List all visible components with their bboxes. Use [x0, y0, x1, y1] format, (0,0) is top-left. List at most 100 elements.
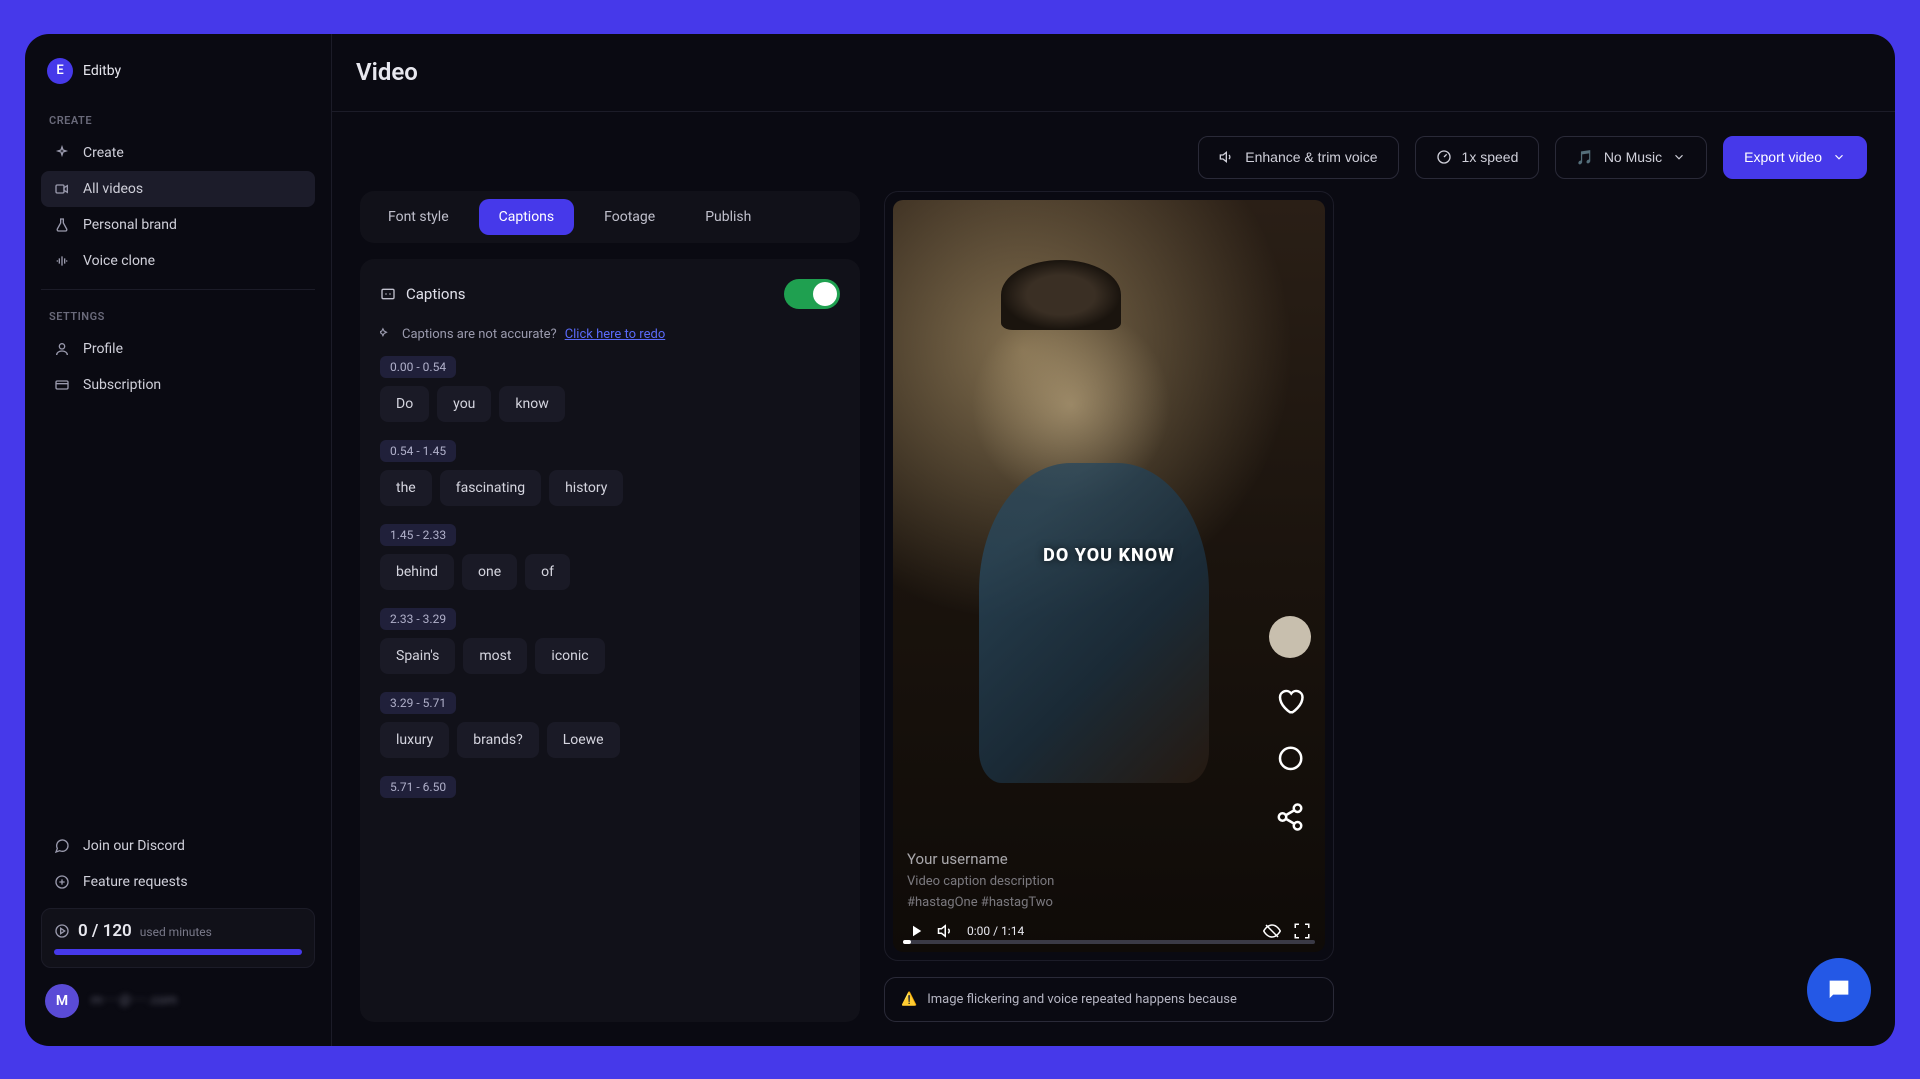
caption-word[interactable]: most [463, 638, 527, 674]
tab-footage[interactable]: Footage [584, 199, 675, 235]
caption-time-chip[interactable]: 0.00 - 0.54 [380, 356, 456, 378]
nav-profile[interactable]: Profile [41, 331, 315, 367]
nav-label: Personal brand [83, 217, 177, 233]
nav-label: Create [83, 145, 124, 161]
comment-icon[interactable] [1275, 744, 1305, 774]
caption-word[interactable]: luxury [380, 722, 449, 758]
nav-label: Profile [83, 341, 123, 357]
caption-time-chip[interactable]: 1.45 - 2.33 [380, 524, 456, 546]
caption-word[interactable]: Do [380, 386, 429, 422]
usage-label: used minutes [140, 925, 212, 939]
button-label: Export video [1744, 149, 1822, 165]
caption-block: 0.54 - 1.45 thefascinatinghistory [380, 440, 840, 506]
caption-word[interactable]: fascinating [440, 470, 541, 506]
caption-word[interactable]: brands? [457, 722, 538, 758]
tab-font-style[interactable]: Font style [368, 199, 469, 235]
section-settings-label: SETTINGS [41, 300, 315, 331]
section-create-label: CREATE [41, 104, 315, 135]
caption-word[interactable]: of [525, 554, 570, 590]
video-preview: DO YOU KNOW Your username Video caption … [884, 191, 1334, 961]
caption-word[interactable]: behind [380, 554, 454, 590]
nav-label: Join our Discord [83, 838, 185, 854]
caption-time-chip[interactable]: 3.29 - 5.71 [380, 692, 456, 714]
enhance-trim-button[interactable]: Enhance & trim voice [1198, 136, 1398, 179]
caption-word[interactable]: one [462, 554, 517, 590]
captions-toggle[interactable] [784, 279, 840, 309]
overlay-username: Your username [907, 850, 1311, 868]
redo-prompt: Captions are not accurate? [402, 327, 557, 342]
nav-voice-clone[interactable]: Voice clone [41, 243, 315, 279]
creator-avatar[interactable] [1269, 616, 1311, 658]
fullscreen-icon[interactable] [1293, 922, 1311, 940]
usage-count: 0 / 120 [78, 921, 132, 941]
tab-publish[interactable]: Publish [685, 199, 771, 235]
play-icon[interactable] [907, 922, 925, 940]
overlay-description: Video caption description [907, 874, 1311, 889]
captions-header: Captions [380, 279, 840, 327]
nav-label: All videos [83, 181, 143, 197]
redo-row: Captions are not accurate? Click here to… [380, 327, 840, 342]
redo-link[interactable]: Click here to redo [565, 327, 666, 342]
caption-word[interactable]: know [499, 386, 564, 422]
video-progress-bar[interactable] [903, 940, 1315, 944]
caption-word[interactable]: the [380, 470, 432, 506]
video-icon [53, 181, 71, 197]
sparkle-icon [53, 145, 71, 161]
caption-word[interactable]: Spain's [380, 638, 455, 674]
caption-word[interactable]: you [437, 386, 491, 422]
caption-block: 5.71 - 6.50 [380, 776, 840, 806]
music-dropdown[interactable]: 🎵 No Music [1555, 136, 1707, 179]
nav-subscription[interactable]: Subscription [41, 367, 315, 403]
share-icon[interactable] [1275, 802, 1305, 832]
caption-time-chip[interactable]: 5.71 - 6.50 [380, 776, 456, 798]
caption-words: Spain'smosticonic [380, 638, 840, 674]
caption-word[interactable]: Loewe [547, 722, 620, 758]
export-button[interactable]: Export video [1723, 136, 1867, 179]
volume-icon[interactable] [937, 922, 955, 940]
captions-title: Captions [406, 285, 465, 303]
divider [41, 289, 315, 290]
caption-words: luxurybrands?Loewe [380, 722, 840, 758]
nav-label: Subscription [83, 377, 161, 393]
plus-circle-icon [53, 874, 71, 890]
caption-word[interactable]: history [549, 470, 623, 506]
playback-time: 0:00 / 1:14 [967, 924, 1024, 938]
caption-block: 3.29 - 5.71 luxurybrands?Loewe [380, 692, 840, 758]
content-row: Font style Captions Footage Publish Capt… [332, 191, 1895, 1046]
gauge-icon [1436, 149, 1452, 165]
sidebar: E Editby CREATE Create All videos Person… [25, 34, 332, 1046]
play-circle-icon [54, 923, 70, 939]
speed-button[interactable]: 1x speed [1415, 136, 1540, 179]
nav-all-videos[interactable]: All videos [41, 171, 315, 207]
nav-create[interactable]: Create [41, 135, 315, 171]
button-label: No Music [1604, 149, 1662, 165]
nav-feature-requests[interactable]: Feature requests [41, 864, 315, 900]
caption-block: 2.33 - 3.29 Spain'smosticonic [380, 608, 840, 674]
magic-icon [380, 327, 394, 341]
flask-icon [53, 217, 71, 233]
tab-captions[interactable]: Captions [479, 199, 575, 235]
heart-icon[interactable] [1275, 686, 1305, 716]
nav-label: Feature requests [83, 874, 188, 890]
caption-word[interactable]: iconic [535, 638, 604, 674]
music-note-icon: 🎵 [1576, 149, 1593, 166]
overlay-tags: #hastagOne #hastagTwo [907, 895, 1311, 910]
page-title: Video [356, 58, 418, 86]
video-frame[interactable]: DO YOU KNOW Your username Video caption … [893, 200, 1325, 952]
caption-block: 0.00 - 0.54 Doyouknow [380, 356, 840, 422]
nav-discord[interactable]: Join our Discord [41, 828, 315, 864]
nav-personal-brand[interactable]: Personal brand [41, 207, 315, 243]
chevron-down-icon [1832, 150, 1846, 164]
editor-column: Font style Captions Footage Publish Capt… [360, 191, 860, 1022]
user-row[interactable]: M m·····@·····.com [41, 976, 315, 1026]
caption-words: thefascinatinghistory [380, 470, 840, 506]
app-container: E Editby CREATE Create All videos Person… [25, 34, 1895, 1046]
editor-tabs: Font style Captions Footage Publish [360, 191, 860, 243]
caption-time-chip[interactable]: 2.33 - 3.29 [380, 608, 456, 630]
eye-off-icon[interactable] [1263, 922, 1281, 940]
chat-fab[interactable] [1807, 958, 1871, 1022]
nav-label: Voice clone [83, 253, 155, 269]
video-overlay-info: Your username Video caption description … [907, 850, 1311, 940]
chevron-down-icon [1672, 150, 1686, 164]
caption-time-chip[interactable]: 0.54 - 1.45 [380, 440, 456, 462]
